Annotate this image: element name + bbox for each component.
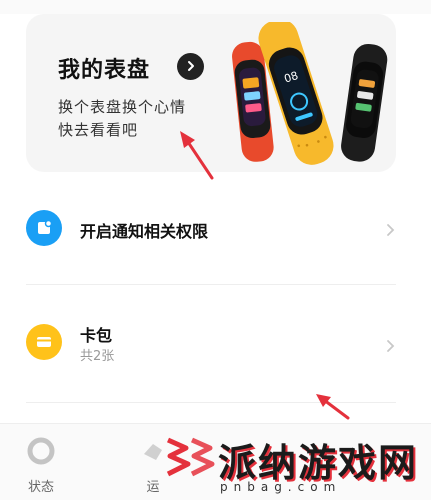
chevron-right-icon	[386, 338, 396, 357]
chevron-right-icon	[185, 57, 197, 76]
my-watch-face-card[interactable]: 我的表盘 换个表盘换个心情 快去看看吧 08	[26, 14, 396, 172]
notification-icon	[26, 210, 62, 246]
card-wallet-row[interactable]: 卡包 共2张	[26, 322, 396, 368]
divider	[26, 284, 396, 285]
nav-label-status: 状态	[27, 480, 54, 495]
divider	[26, 402, 396, 403]
watch-face-arrow-button[interactable]	[177, 53, 204, 80]
card-wallet-icon	[26, 324, 62, 360]
watch-face-subtitle-1: 换个表盘换个心情	[58, 98, 187, 116]
watch-face-title: 我的表盘	[58, 58, 151, 83]
watermark-url: pnbag.com	[220, 480, 342, 494]
watermark-text: 派纳游戏网	[218, 440, 419, 485]
notification-permission-row[interactable]: 开启通知相关权限	[26, 210, 396, 250]
card-wallet-count: 共2张	[80, 349, 115, 364]
black-band	[341, 43, 388, 162]
status-ring-icon	[26, 436, 56, 470]
workout-icon	[138, 436, 168, 470]
notification-permission-title: 开启通知相关权限	[80, 222, 209, 241]
nav-label-workout: 运	[146, 480, 160, 495]
smart-bands-image: 08	[232, 22, 388, 165]
watch-face-subtitle-2: 快去看看吧	[58, 121, 139, 139]
red-arrow-annotation	[316, 394, 350, 420]
top-strip	[0, 0, 431, 14]
nav-item-workout[interactable]: 运	[138, 436, 168, 495]
chevron-right-icon	[386, 222, 396, 241]
card-wallet-title: 卡包	[80, 326, 113, 345]
nav-item-status[interactable]: 状态	[26, 436, 56, 495]
